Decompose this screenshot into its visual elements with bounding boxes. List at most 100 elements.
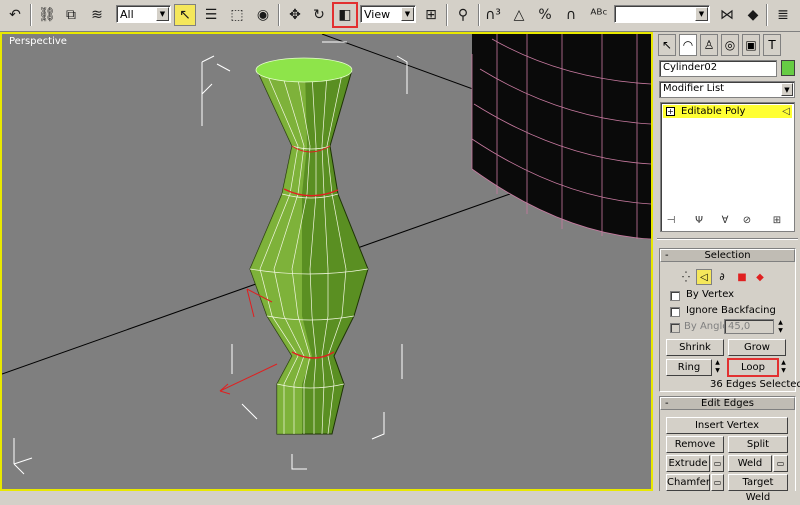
dark-cylinder-object[interactable] xyxy=(471,34,651,240)
toolbar-separator xyxy=(478,4,480,26)
percent-snap-icon[interactable]: % xyxy=(534,4,556,26)
by-angle-checkbox[interactable] xyxy=(670,323,680,333)
collapse-icon: - xyxy=(665,398,669,409)
command-panel: ↖ ◠ ♙ ◎ ▣ T Cylinder02 Modifier List ▼ +… xyxy=(655,32,800,503)
loop-button[interactable]: Loop xyxy=(727,358,779,377)
vertex-subobject-icon[interactable]: ⁛ xyxy=(678,269,694,285)
by-vertex-checkbox[interactable] xyxy=(670,291,680,301)
angle-spinner[interactable]: ▲ ▼ xyxy=(776,319,785,334)
ring-button[interactable]: Ring xyxy=(666,359,712,376)
stack-item-editable-poly[interactable]: + Editable Poly ◁ xyxy=(663,105,792,118)
mirror-icon[interactable]: ⋈ xyxy=(716,4,738,26)
show-end-result-icon[interactable]: Ψ xyxy=(691,212,707,228)
chevron-down-icon: ▼ xyxy=(781,83,793,96)
chevron-down-icon: ▼ xyxy=(401,7,414,21)
remove-button[interactable]: Remove xyxy=(666,436,724,453)
reference-coordinate-dropdown[interactable]: View ▼ xyxy=(360,5,416,23)
collapse-icon: - xyxy=(665,250,669,261)
stack-item-label: Editable Poly xyxy=(681,106,746,117)
toolbar-separator xyxy=(446,4,448,26)
selected-cylinder-object[interactable] xyxy=(249,57,369,435)
display-tab-icon[interactable]: ▣ xyxy=(742,34,760,56)
motion-tab-icon[interactable]: ◎ xyxy=(721,34,739,56)
chamfer-settings-icon[interactable]: ▭ xyxy=(711,474,724,491)
chevron-down-icon: ▼ xyxy=(156,7,169,21)
selection-filter-dropdown[interactable]: All ▼ xyxy=(116,5,171,23)
insert-vertex-button[interactable]: Insert Vertex xyxy=(666,417,788,434)
extrude-button[interactable]: Extrude xyxy=(666,455,710,472)
toolbar-separator xyxy=(766,4,768,26)
weld-settings-icon[interactable]: ▭ xyxy=(773,455,788,472)
select-and-move-icon[interactable]: ✥ xyxy=(284,4,306,26)
polygon-subobject-icon[interactable]: ■ xyxy=(734,269,750,285)
selection-rollout-title: Selection xyxy=(704,250,751,261)
ignore-backfacing-checkbox[interactable] xyxy=(670,307,680,317)
object-name-field[interactable]: Cylinder02 xyxy=(659,60,777,77)
select-and-rotate-icon[interactable]: ↻ xyxy=(308,4,330,26)
split-button[interactable]: Split xyxy=(728,436,788,453)
main-toolbar: ↶ ⛓ ⧉ ≋ All ▼ ↖ ☰ ⬚ ◉ ✥ ↻ ◧ View ▼ ⊞ ⚲ ∩… xyxy=(0,0,800,32)
ignore-backfacing-label: Ignore Backfacing xyxy=(686,305,776,316)
edge-subobject-icon[interactable]: ◁ xyxy=(696,269,712,285)
edit-named-selection-icon[interactable]: ᴬᴮᶜ xyxy=(588,4,610,26)
target-weld-button[interactable]: Target Weld xyxy=(728,474,788,503)
undo-icon[interactable]: ↶ xyxy=(4,4,26,26)
world-axis-tripod xyxy=(13,438,33,475)
reference-coordinate-value: View xyxy=(364,8,391,21)
make-unique-icon[interactable]: ∀ xyxy=(717,212,733,228)
selection-rollout: - Selection ⁛ ◁ ∂ ■ ◆ By Vertex Ignore B… xyxy=(659,248,800,392)
angle-threshold-field[interactable]: 45,0 xyxy=(724,319,774,334)
selection-filter-value: All xyxy=(120,8,134,21)
shrink-button[interactable]: Shrink xyxy=(666,339,724,356)
toolbar-separator xyxy=(30,4,32,26)
modifier-list-label: Modifier List xyxy=(663,83,725,94)
grow-button[interactable]: Grow xyxy=(728,339,786,356)
bind-to-space-warp-icon[interactable]: ≋ xyxy=(86,4,108,26)
remove-modifier-icon[interactable]: ⊘ xyxy=(739,212,755,228)
select-and-scale-icon[interactable]: ◧ xyxy=(332,2,358,28)
selection-rollout-header[interactable]: - Selection xyxy=(660,249,795,262)
extrude-settings-icon[interactable]: ▭ xyxy=(711,455,724,472)
rectangular-selection-icon[interactable]: ⬚ xyxy=(226,4,248,26)
snaps-toggle-icon[interactable]: ∩³ xyxy=(482,4,504,26)
edit-edges-rollout-title: Edit Edges xyxy=(701,398,754,409)
hierarchy-tab-icon[interactable]: ♙ xyxy=(700,34,718,56)
edge-subobject-icon: ◁ xyxy=(782,106,790,117)
perspective-viewport[interactable]: Perspective xyxy=(0,32,653,491)
align-icon[interactable]: ◆ xyxy=(742,4,764,26)
by-vertex-label: By Vertex xyxy=(686,289,735,300)
border-subobject-icon[interactable]: ∂ xyxy=(714,269,730,285)
unlink-selection-icon[interactable]: ⧉ xyxy=(60,4,82,26)
expand-icon[interactable]: + xyxy=(666,107,675,116)
pivot-point-center-icon[interactable]: ⊞ xyxy=(420,4,442,26)
element-subobject-icon[interactable]: ◆ xyxy=(752,269,768,285)
viewport-scene xyxy=(2,34,651,475)
modify-tab-icon[interactable]: ◠ xyxy=(679,34,697,56)
edit-edges-rollout-header[interactable]: - Edit Edges xyxy=(660,397,795,410)
weld-button[interactable]: Weld xyxy=(728,455,772,472)
loop-spinner[interactable]: ▲ ▼ xyxy=(779,359,788,376)
edit-edges-rollout: - Edit Edges Insert Vertex Remove Split … xyxy=(659,396,796,503)
select-and-link-icon[interactable]: ⛓ xyxy=(36,4,58,26)
named-selection-dropdown[interactable]: ▼ xyxy=(614,5,710,23)
ring-spinner[interactable]: ▲ ▼ xyxy=(713,359,722,376)
viewport-label[interactable]: Perspective xyxy=(9,36,67,47)
object-color-swatch[interactable] xyxy=(781,60,795,76)
window-crossing-icon[interactable]: ◉ xyxy=(252,4,274,26)
spinner-snap-icon[interactable]: ∩ xyxy=(560,4,582,26)
select-and-manipulate-icon[interactable]: ⚲ xyxy=(452,4,474,26)
angle-snap-icon[interactable]: △ xyxy=(508,4,530,26)
pin-stack-icon[interactable]: ⊣ xyxy=(663,212,679,228)
modifier-list-dropdown[interactable]: Modifier List ▼ xyxy=(659,81,795,98)
create-tab-icon[interactable]: ↖ xyxy=(658,34,676,56)
select-object-icon[interactable]: ↖ xyxy=(174,4,196,26)
layer-manager-icon[interactable]: ≣ xyxy=(772,4,794,26)
chamfer-button[interactable]: Chamfer xyxy=(666,474,710,491)
select-by-name-icon[interactable]: ☰ xyxy=(200,4,222,26)
angle-threshold-value: 45,0 xyxy=(728,321,751,332)
toolbar-separator xyxy=(278,4,280,26)
utilities-tab-icon[interactable]: T xyxy=(763,34,781,56)
chevron-down-icon: ▼ xyxy=(695,7,708,21)
panel-divider xyxy=(657,238,798,240)
configure-modifier-sets-icon[interactable]: ⊞ xyxy=(769,212,785,228)
